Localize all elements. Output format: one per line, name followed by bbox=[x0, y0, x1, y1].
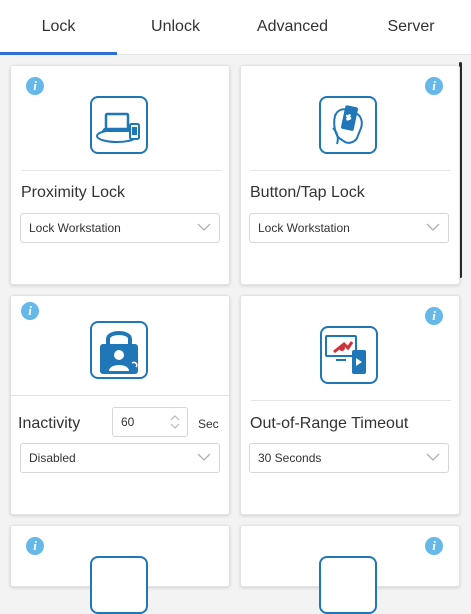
card-title: Button/Tap Lock bbox=[250, 184, 365, 201]
chevron-down-icon bbox=[197, 223, 211, 231]
info-icon[interactable]: i bbox=[26, 537, 44, 555]
input-value: 60 bbox=[121, 415, 135, 429]
select-value: Lock Workstation bbox=[29, 221, 121, 235]
tab-server[interactable]: Server bbox=[351, 0, 471, 54]
info-icon[interactable]: i bbox=[425, 77, 443, 95]
card-title: Proximity Lock bbox=[21, 184, 126, 201]
info-icon[interactable]: i bbox=[425, 307, 443, 325]
button-tap-action-select[interactable]: Lock Workstation bbox=[249, 213, 449, 243]
divider bbox=[251, 170, 451, 171]
info-icon[interactable]: i bbox=[21, 302, 39, 320]
chevron-down-icon bbox=[426, 223, 440, 231]
chevron-down-icon bbox=[197, 453, 211, 461]
tab-bar: Lock Unlock Advanced Server bbox=[0, 0, 471, 55]
proximity-action-select[interactable]: Lock Workstation bbox=[20, 213, 220, 243]
user-padlock-icon bbox=[90, 321, 148, 379]
timeout-select[interactable]: 30 Seconds bbox=[249, 443, 449, 473]
card-title: Inactivity bbox=[18, 415, 81, 432]
lock-option-icon bbox=[319, 556, 377, 614]
info-icon[interactable]: i bbox=[26, 77, 44, 95]
tab-advanced[interactable]: Advanced bbox=[234, 0, 351, 54]
info-icon[interactable]: i bbox=[425, 537, 443, 555]
tab-lock[interactable]: Lock bbox=[0, 0, 117, 55]
lock-option-icon bbox=[90, 556, 148, 614]
select-value: 30 Seconds bbox=[258, 451, 322, 465]
laptop-phone-icon bbox=[90, 96, 148, 154]
card-title: Out-of-Range Timeout bbox=[250, 415, 409, 432]
divider bbox=[21, 170, 221, 171]
out-of-range-card: i Out-of-Range Timeout 30 Seconds bbox=[240, 295, 460, 515]
lock-card-partial: i bbox=[10, 525, 230, 614]
button-tap-lock-card: i Button/Tap Lock Lock Workstation bbox=[240, 65, 460, 285]
seconds-unit-label: Sec bbox=[198, 417, 219, 431]
proximity-lock-card: i Proximity Lock Lock Workstation bbox=[10, 65, 230, 285]
hand-phone-icon bbox=[319, 96, 377, 154]
tab-unlock[interactable]: Unlock bbox=[117, 0, 234, 54]
lock-card-partial: i bbox=[240, 525, 460, 614]
spinner-icon[interactable] bbox=[169, 414, 181, 430]
inactivity-action-select[interactable]: Disabled bbox=[20, 443, 220, 473]
inactivity-seconds-input[interactable]: 60 bbox=[112, 407, 188, 437]
chevron-down-icon bbox=[426, 453, 440, 461]
select-value: Lock Workstation bbox=[258, 221, 350, 235]
divider bbox=[11, 395, 229, 396]
select-value: Disabled bbox=[29, 451, 76, 465]
monitor-phone-icon bbox=[320, 326, 378, 384]
inactivity-card: i Inactivity 60 Sec Disabled bbox=[10, 295, 230, 515]
divider bbox=[251, 400, 451, 401]
